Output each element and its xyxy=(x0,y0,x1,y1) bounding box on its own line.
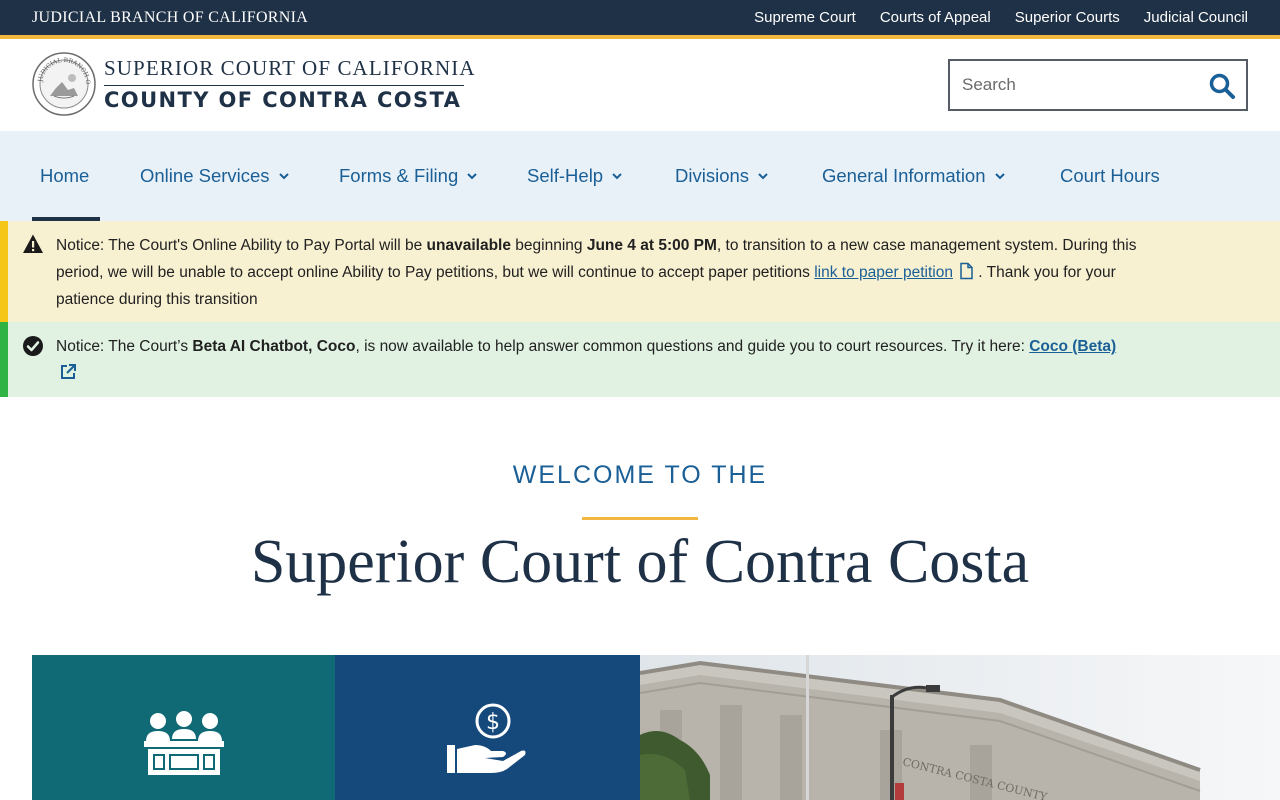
check-circle-icon xyxy=(23,336,43,356)
page-title: Superior Court of Contra Costa xyxy=(250,528,1030,596)
chevron-down-icon xyxy=(278,173,289,180)
notice-emphasis: Beta AI Chatbot, Coco xyxy=(192,338,356,355)
warning-icon xyxy=(23,234,43,253)
nav-self-help[interactable]: Self-Help xyxy=(527,131,623,221)
utility-bar: JUDICIAL BRANCH OF CALIFORNIA Supreme Co… xyxy=(0,0,1280,35)
nav-home-label: Home xyxy=(40,165,90,186)
link-superior-courts[interactable]: Superior Courts xyxy=(1015,9,1120,26)
nav-forms-filing-label: Forms & Filing xyxy=(339,165,459,186)
logo-divider xyxy=(104,85,464,86)
main-nav: Home Online Services Forms & Filing Self… xyxy=(0,131,1280,221)
nav-court-hours[interactable]: Court Hours xyxy=(1060,131,1160,221)
search-box xyxy=(948,59,1248,111)
notice-text-part: , is now available to help answer common… xyxy=(355,338,1030,355)
logo-county-name[interactable]: COUNTY OF CONTRA COSTA xyxy=(104,88,461,112)
welcome-kicker: WELCOME TO THE xyxy=(512,461,768,489)
nav-divisions-label: Divisions xyxy=(675,165,750,186)
jury-icon xyxy=(144,711,224,775)
notice-text-part: beginning xyxy=(510,237,587,254)
chevron-down-icon xyxy=(467,173,477,180)
chevron-down-icon xyxy=(994,173,1005,180)
notice-ability-to-pay: Notice: The Court's Online Ability to Pa… xyxy=(0,221,1280,322)
site-header: JUDICIAL BRANCH OF CALIFORNIA SUPERIOR C… xyxy=(0,39,1280,131)
paper-petition-link[interactable]: link to paper petition xyxy=(814,264,953,281)
search-icon[interactable] xyxy=(1208,72,1236,100)
nav-home[interactable]: Home xyxy=(40,131,89,221)
notice-text-part: Notice: The Court's Online Ability to Pa… xyxy=(56,237,427,254)
link-supreme-court[interactable]: Supreme Court xyxy=(754,9,856,26)
link-courts-of-appeal[interactable]: Courts of Appeal xyxy=(880,9,991,26)
nav-online-services-label: Online Services xyxy=(140,165,270,186)
svg-text:$: $ xyxy=(486,710,500,735)
welcome-divider xyxy=(582,517,698,520)
tile-jury[interactable] xyxy=(32,655,335,800)
notice-emphasis: unavailable xyxy=(426,237,511,254)
chevron-down-icon xyxy=(758,173,768,180)
notice-stripe xyxy=(0,322,8,397)
judicial-branch-name: JUDICIAL BRANCH OF CALIFORNIA xyxy=(32,9,309,26)
chevron-down-icon xyxy=(612,173,622,180)
coco-beta-link[interactable]: Coco (Beta) xyxy=(1029,338,1116,355)
notice-date: June 4 at 5:00 PM xyxy=(586,237,717,254)
tile-payments[interactable]: $ xyxy=(335,655,640,800)
nav-divisions[interactable]: Divisions xyxy=(675,131,769,221)
court-seal-icon[interactable]: JUDICIAL BRANCH OF CALIFORNIA xyxy=(32,52,96,116)
notice-ai-chatbot-text: Notice: The Court’s Beta AI Chatbot, Coc… xyxy=(56,333,1176,387)
nav-self-help-label: Self-Help xyxy=(527,165,604,186)
nav-general-information-label: General Information xyxy=(822,165,986,186)
logo-superior-court[interactable]: SUPERIOR COURT OF CALIFORNIA xyxy=(104,56,476,81)
payment-hand-icon: $ xyxy=(447,703,526,773)
document-icon[interactable] xyxy=(958,262,974,280)
courthouse-image: CONTRA COSTA COUNTY xyxy=(640,655,1280,800)
courthouse-photo: CONTRA COSTA COUNTY xyxy=(640,655,1280,800)
link-judicial-council[interactable]: Judicial Council xyxy=(1144,9,1248,26)
nav-online-services[interactable]: Online Services xyxy=(140,131,290,221)
notice-ability-to-pay-text: Notice: The Court's Online Ability to Pa… xyxy=(56,232,1176,313)
utility-links: Supreme Court Courts of Appeal Superior … xyxy=(754,9,1248,26)
nav-general-information[interactable]: General Information xyxy=(822,131,1006,221)
external-link-icon[interactable] xyxy=(58,362,78,382)
notice-ai-chatbot: Notice: The Court’s Beta AI Chatbot, Coc… xyxy=(0,322,1280,397)
nav-forms-filing[interactable]: Forms & Filing xyxy=(339,131,478,221)
notice-text-part: Notice: The Court’s xyxy=(56,338,193,355)
notice-stripe xyxy=(0,221,8,322)
nav-court-hours-label: Court Hours xyxy=(1060,165,1160,186)
search-input[interactable] xyxy=(962,73,1192,97)
